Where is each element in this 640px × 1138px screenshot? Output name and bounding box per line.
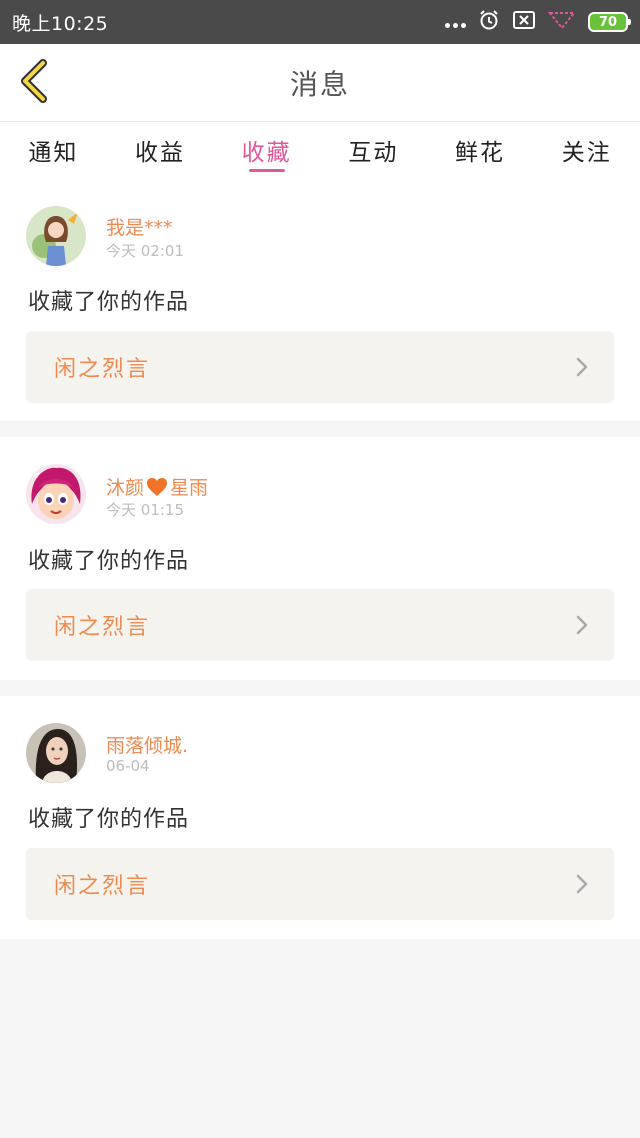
action-text: 收藏了你的作品 [28,290,190,315]
signal-icon [547,10,577,34]
back-button[interactable] [14,58,54,108]
chevron-right-icon [576,874,588,898]
timestamp: 今天 01:15 [106,501,184,519]
user-name-part: 星雨 [170,477,209,499]
more-dots-icon [445,14,466,30]
work-link[interactable]: 闲之烈言 [26,331,614,403]
tab-label: 鲜花 [455,140,506,166]
avatar[interactable] [26,206,86,266]
work-link[interactable]: 闲之烈言 [26,589,614,661]
tab-interactions[interactable]: 互动 [320,122,427,178]
user-name[interactable]: 雨落倾城. [106,731,188,758]
user-name[interactable]: 我是*** [106,213,173,240]
user-name[interactable]: 沐颜 星雨 [106,473,208,502]
timestamp: 06-04 [106,757,150,775]
chevron-left-icon [19,59,49,107]
tab-bar: 通知 收益 收藏 互动 鲜花 关注 [0,122,640,178]
alarm-icon [478,9,500,35]
action-text: 收藏了你的作品 [28,549,190,574]
message-card: 我是*** 今天 02:01 收藏了你的作品 闲之烈言 [0,178,640,421]
status-bar: 晚上10:25 70 [0,0,640,44]
work-title: 闲之烈言 [54,874,151,899]
work-link[interactable]: 闲之烈言 [26,848,614,920]
status-icons: 70 [445,9,631,35]
user-name-part: 沐颜 [106,477,145,499]
timestamp: 今天 02:01 [106,242,184,260]
message-card: 雨落倾城. 06-04 收藏了你的作品 闲之烈言 [0,696,640,939]
action-text: 收藏了你的作品 [28,807,190,832]
tab-favorites[interactable]: 收藏 [213,122,320,178]
avatar[interactable] [26,464,86,524]
avatar[interactable] [26,723,86,783]
tab-notifications[interactable]: 通知 [0,122,107,178]
tab-label: 收藏 [241,140,292,166]
battery-icon: 70 [588,12,631,32]
chevron-right-icon [576,615,588,639]
tab-label: 关注 [561,140,612,166]
nav-bar: 消息 [0,44,640,122]
tab-label: 收益 [135,140,185,166]
tab-label: 通知 [28,140,79,166]
status-time: 晚上10:25 [12,12,109,35]
tab-flowers[interactable]: 鲜花 [427,122,534,178]
tab-label: 互动 [348,140,399,166]
message-card: 沐颜 星雨 今天 01:15 收藏了你的作品 闲之烈言 [0,437,640,680]
tab-follows[interactable]: 关注 [533,122,640,178]
tab-earnings[interactable]: 收益 [107,122,214,178]
page-title: 消息 [289,67,350,101]
sim-x-icon [512,10,536,34]
work-title: 闲之烈言 [54,357,151,382]
work-title: 闲之烈言 [54,615,151,640]
chevron-right-icon [576,357,588,381]
